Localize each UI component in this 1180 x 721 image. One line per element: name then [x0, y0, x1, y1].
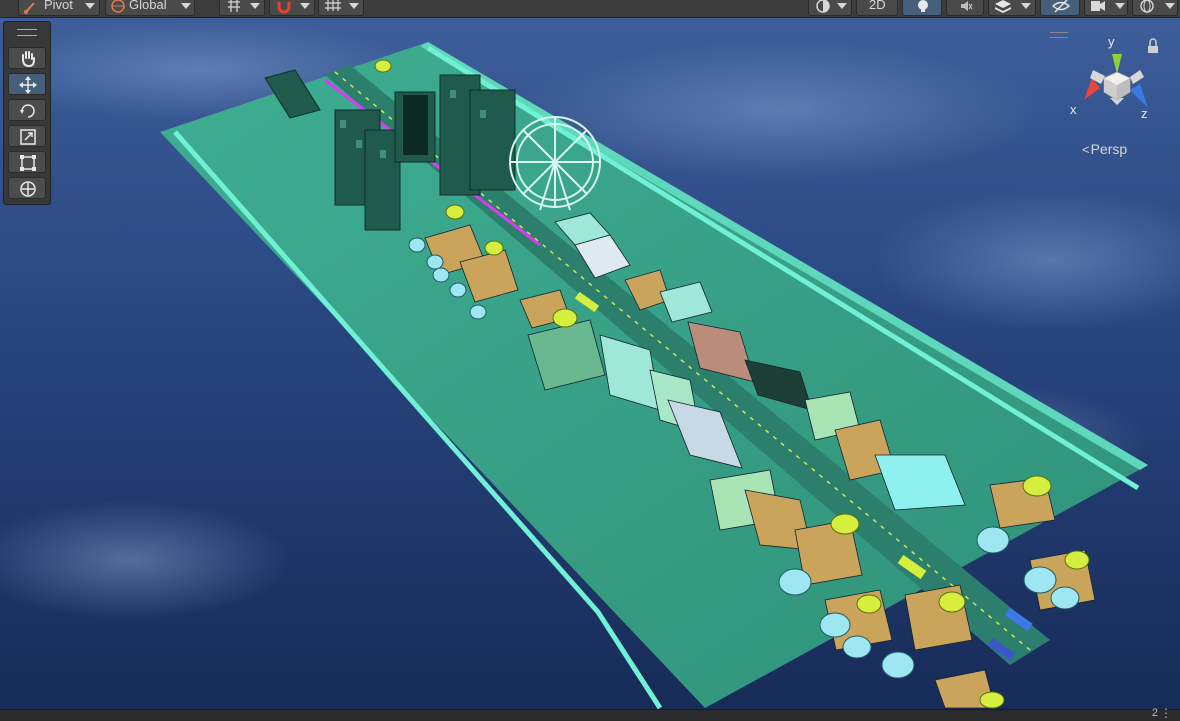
- grid-snapping-button[interactable]: [219, 0, 265, 16]
- bottom-status-bar: 2 ⋮: [0, 706, 1180, 721]
- scene-viewport[interactable]: [0, 17, 1180, 709]
- projection-label: Persp: [1090, 141, 1128, 157]
- more-options-icon[interactable]: ⋮: [1160, 706, 1172, 720]
- tools-panel: [3, 21, 51, 205]
- gizmos-dropdown[interactable]: [1132, 0, 1178, 16]
- rect-tool-button[interactable]: [8, 151, 46, 173]
- chevron-down-icon: [349, 3, 359, 9]
- draw-mode-dropdown[interactable]: [808, 0, 852, 16]
- audio-toggle[interactable]: [946, 0, 984, 16]
- hand-icon: [22, 51, 35, 68]
- perspective-arrow-icon: <: [1082, 142, 1090, 157]
- shading-mode-icon: [816, 0, 830, 13]
- effects-dropdown[interactable]: [988, 0, 1036, 16]
- snap-increment-button[interactable]: [269, 0, 315, 16]
- eye-slash-icon: [1052, 0, 1070, 13]
- magnet-icon: [277, 2, 291, 14]
- rect-transform-icon: [20, 155, 36, 171]
- axis-z-label: z: [1141, 106, 1148, 121]
- grid-snap-icon: [228, 0, 240, 12]
- lightbulb-icon: [918, 0, 928, 12]
- axis-gizmo-graphic: [1084, 38, 1158, 108]
- scale-icon: [20, 129, 36, 145]
- chevron-down-icon: [181, 3, 191, 9]
- pivot-dropdown[interactable]: Pivot: [18, 0, 100, 16]
- global-dropdown[interactable]: Global: [105, 0, 195, 16]
- mode-2d-label: 2D: [869, 0, 886, 12]
- chevron-down-icon: [1021, 3, 1031, 9]
- axis-y-label: y: [1108, 34, 1115, 49]
- grid-icon: [325, 0, 341, 11]
- status-counter: 2: [1151, 707, 1158, 719]
- hidden-objects-toggle[interactable]: [1040, 0, 1080, 16]
- axis-x-label: x: [1070, 102, 1077, 117]
- panel-grip[interactable]: [17, 29, 37, 36]
- global-label: Global: [129, 0, 167, 12]
- camera-settings-dropdown[interactable]: [1084, 0, 1128, 16]
- mode-2d-toggle[interactable]: 2D: [856, 0, 898, 16]
- chevron-down-icon: [85, 3, 95, 9]
- chevron-down-icon: [837, 3, 847, 9]
- pivot-icon: [24, 2, 35, 14]
- transform-icon: [20, 181, 36, 197]
- move-icon: [19, 76, 37, 94]
- globe-icon: [111, 0, 125, 13]
- lock-icon: [1149, 38, 1157, 46]
- orientation-gizmo[interactable]: y x z: [1060, 30, 1170, 140]
- scene-toolbar: Pivot Global 2D: [0, 0, 1180, 18]
- chevron-down-icon: [1165, 3, 1175, 9]
- grid-visibility-button[interactable]: [318, 0, 364, 16]
- hand-tool-button[interactable]: [8, 47, 46, 69]
- rotate-tool-button[interactable]: [8, 99, 46, 121]
- camera-icon: [1091, 1, 1105, 11]
- projection-toggle[interactable]: <Persp: [1082, 141, 1127, 157]
- move-tool-button[interactable]: [8, 73, 46, 95]
- layers-icon: [995, 0, 1011, 13]
- pivot-label: Pivot: [44, 0, 73, 12]
- scene-render: [0, 17, 1180, 709]
- audio-mute-icon: [961, 1, 973, 11]
- chevron-down-icon: [1115, 3, 1125, 9]
- chevron-down-icon: [250, 3, 260, 9]
- transform-tool-button[interactable]: [8, 177, 46, 199]
- scale-tool-button[interactable]: [8, 125, 46, 147]
- rotate-icon: [20, 104, 35, 118]
- lighting-toggle[interactable]: [902, 0, 942, 16]
- chevron-down-icon: [300, 3, 310, 9]
- gizmo-globe-icon: [1140, 0, 1154, 13]
